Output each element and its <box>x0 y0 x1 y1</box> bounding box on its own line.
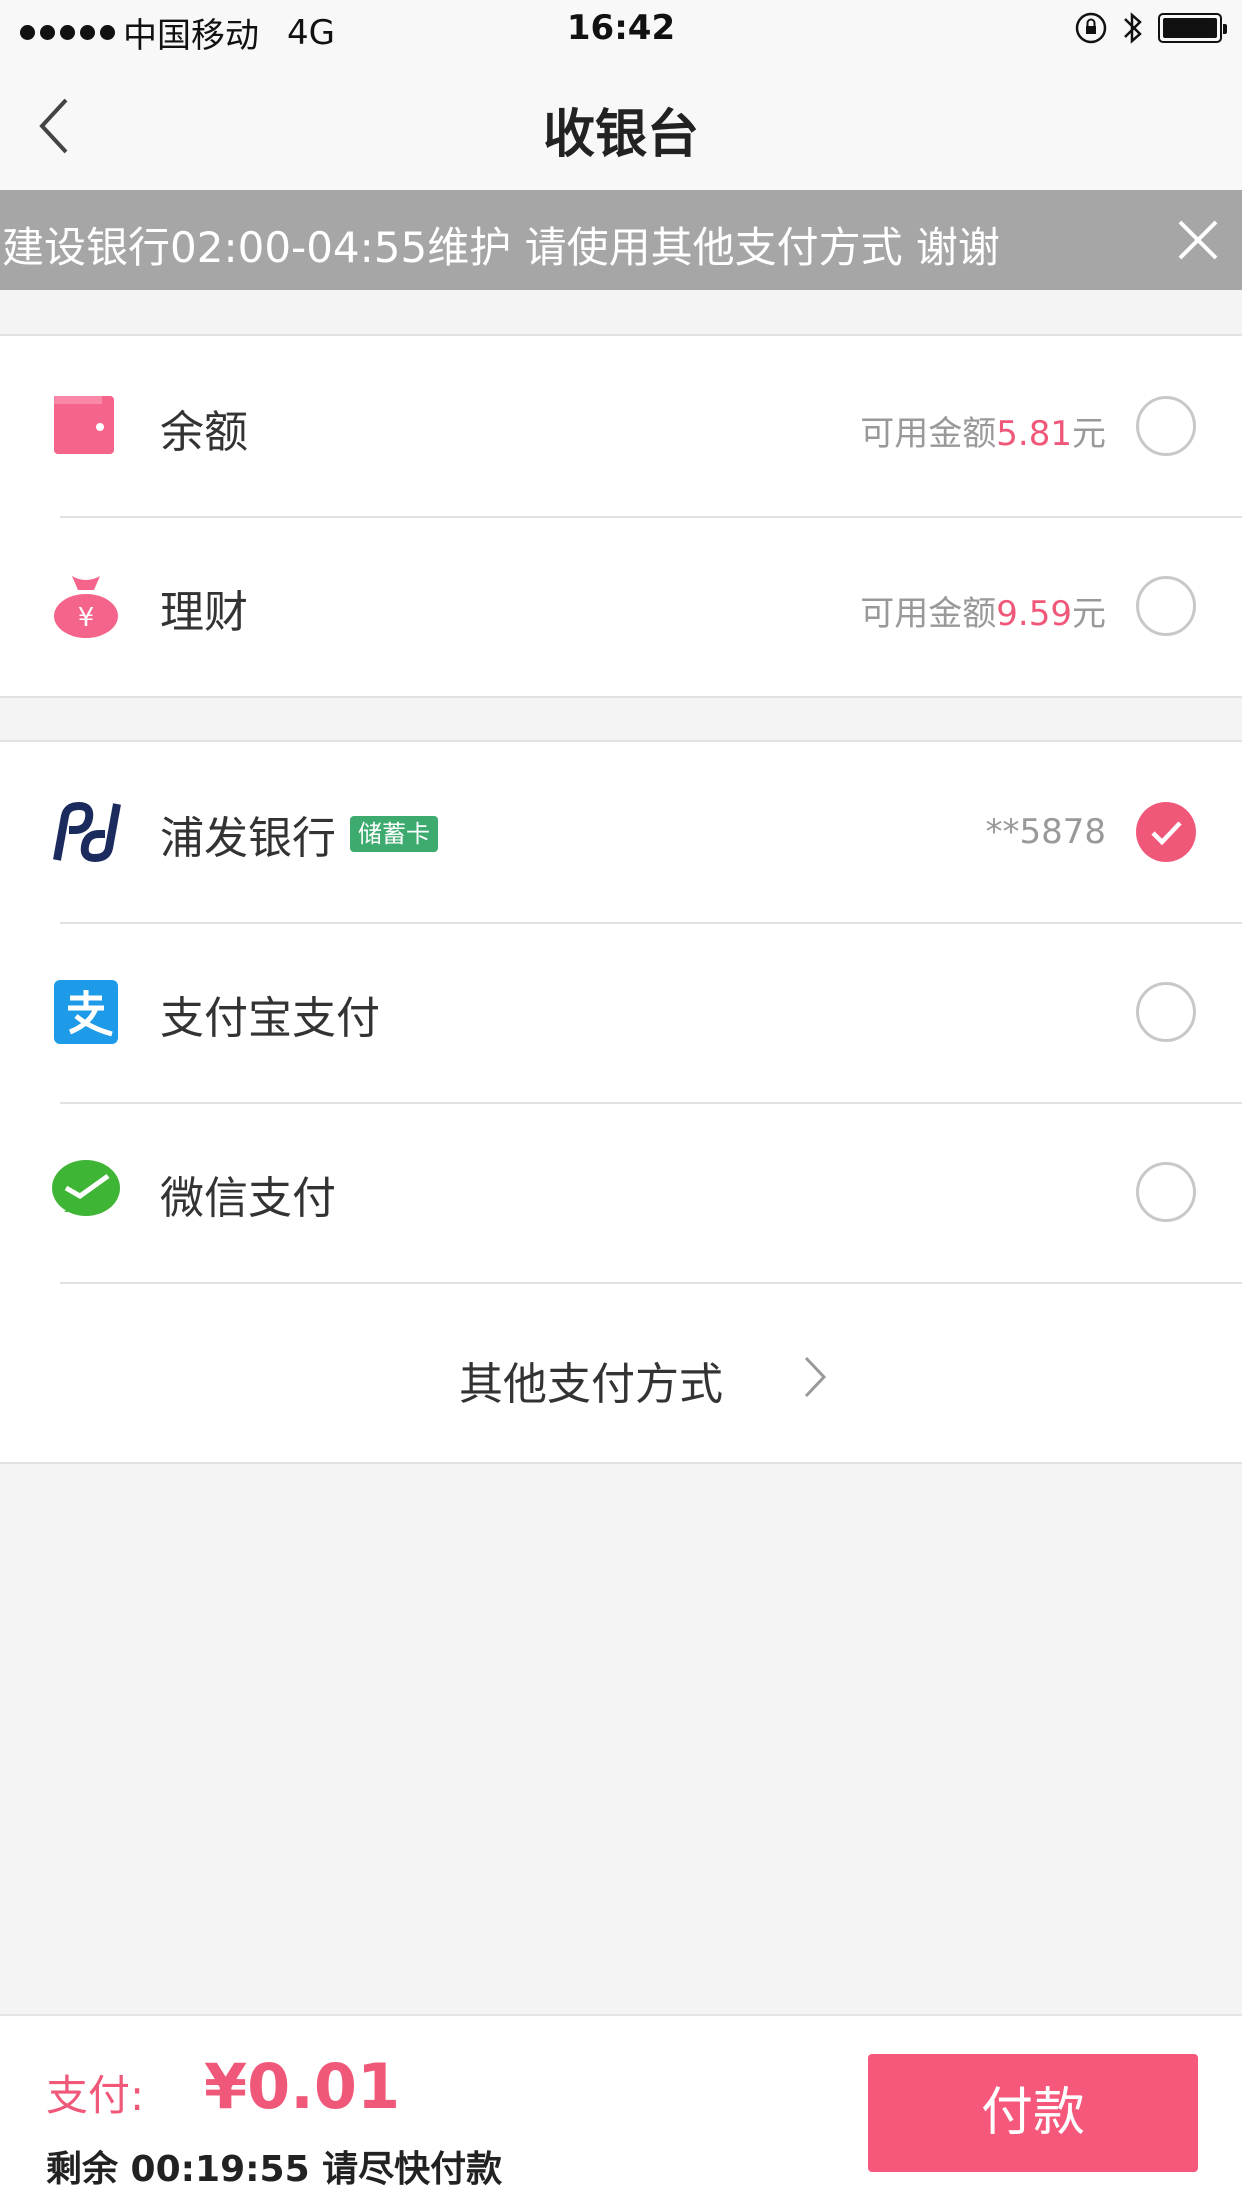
payment-option-wechat[interactable]: 微信支付 <box>0 1102 1242 1282</box>
payment-option-wealth[interactable]: ¥ 理财 可用金额9.59元 <box>0 516 1242 696</box>
debit-card-tag: 储蓄卡 <box>350 816 438 852</box>
payment-option-spd-bank[interactable]: 浦发银行 储蓄卡 **5878 <box>0 742 1242 922</box>
available-balance: 可用金额9.59元 <box>860 594 1106 634</box>
close-icon[interactable] <box>1168 210 1228 270</box>
money-bag-icon: ¥ <box>54 576 118 638</box>
radio-button[interactable] <box>1136 1162 1196 1222</box>
alipay-icon <box>54 980 118 1044</box>
other-methods-label: 其他支付方式 <box>459 1359 723 1410</box>
wallet-icon <box>54 396 114 454</box>
radio-button[interactable] <box>1136 982 1196 1042</box>
wealth-amount: 9.59 <box>996 594 1072 634</box>
page-title: 收银台 <box>542 105 699 165</box>
status-time: 16:42 <box>566 8 676 48</box>
wallet-payment-group: 余额 可用金额5.81元 ¥ 理财 可用金额9.59元 <box>0 334 1242 698</box>
bottom-payment-bar: 支付: ¥0.01 剩余 00:19:55 请尽快付款 付款 <box>0 2014 1242 2208</box>
option-label: 支付宝支付 <box>160 993 380 1044</box>
svg-text:¥: ¥ <box>78 603 95 633</box>
payment-option-balance[interactable]: 余额 可用金额5.81元 <box>0 336 1242 516</box>
card-number: **5878 <box>985 812 1106 852</box>
notice-text: 建设银行02:00-04:55维护 请使用其他支付方式 谢谢 <box>2 223 1000 272</box>
navigation-bar: 收银台 <box>0 62 1242 190</box>
option-label: 余额 <box>160 407 248 458</box>
option-label: 浦发银行 储蓄卡 <box>160 802 438 866</box>
radio-button[interactable] <box>1136 396 1196 456</box>
orientation-lock-icon <box>1075 12 1107 44</box>
checkout-page: 中国移动 4G 16:42 收银台 建设银行02:00-04:55维护 请使用其… <box>0 0 1242 2208</box>
status-right <box>1074 10 1227 46</box>
battery-icon <box>1158 13 1227 43</box>
option-label: 微信支付 <box>160 1173 336 1224</box>
status-bar: 中国移动 4G 16:42 <box>0 0 1242 62</box>
remaining-time: 剩余 00:19:55 请尽快付款 <box>46 2149 503 2190</box>
other-payment-methods-link[interactable]: 其他支付方式 <box>0 1282 1242 1462</box>
pay-label: 支付: <box>46 2071 145 2120</box>
bluetooth-icon <box>1124 12 1142 44</box>
available-balance: 可用金额5.81元 <box>860 414 1106 454</box>
spd-bank-logo-icon <box>53 801 121 863</box>
payment-methods-group: 浦发银行 储蓄卡 **5878 支付宝支付 微信支付 其他支付方式 <box>0 740 1242 1464</box>
wechat-pay-icon <box>52 1160 120 1216</box>
pay-button[interactable]: 付款 <box>868 2054 1198 2172</box>
radio-button[interactable] <box>1136 576 1196 636</box>
option-label: 理财 <box>160 587 248 638</box>
payment-option-alipay[interactable]: 支付宝支付 <box>0 922 1242 1102</box>
pay-amount: ¥0.01 <box>204 2050 401 2123</box>
checkmark-icon <box>1151 821 1182 846</box>
radio-button-checked[interactable] <box>1136 802 1196 862</box>
balance-amount: 5.81 <box>996 414 1072 454</box>
chevron-right-icon <box>804 1356 827 1398</box>
maintenance-notice: 建设银行02:00-04:55维护 请使用其他支付方式 谢谢 <box>0 190 1242 290</box>
